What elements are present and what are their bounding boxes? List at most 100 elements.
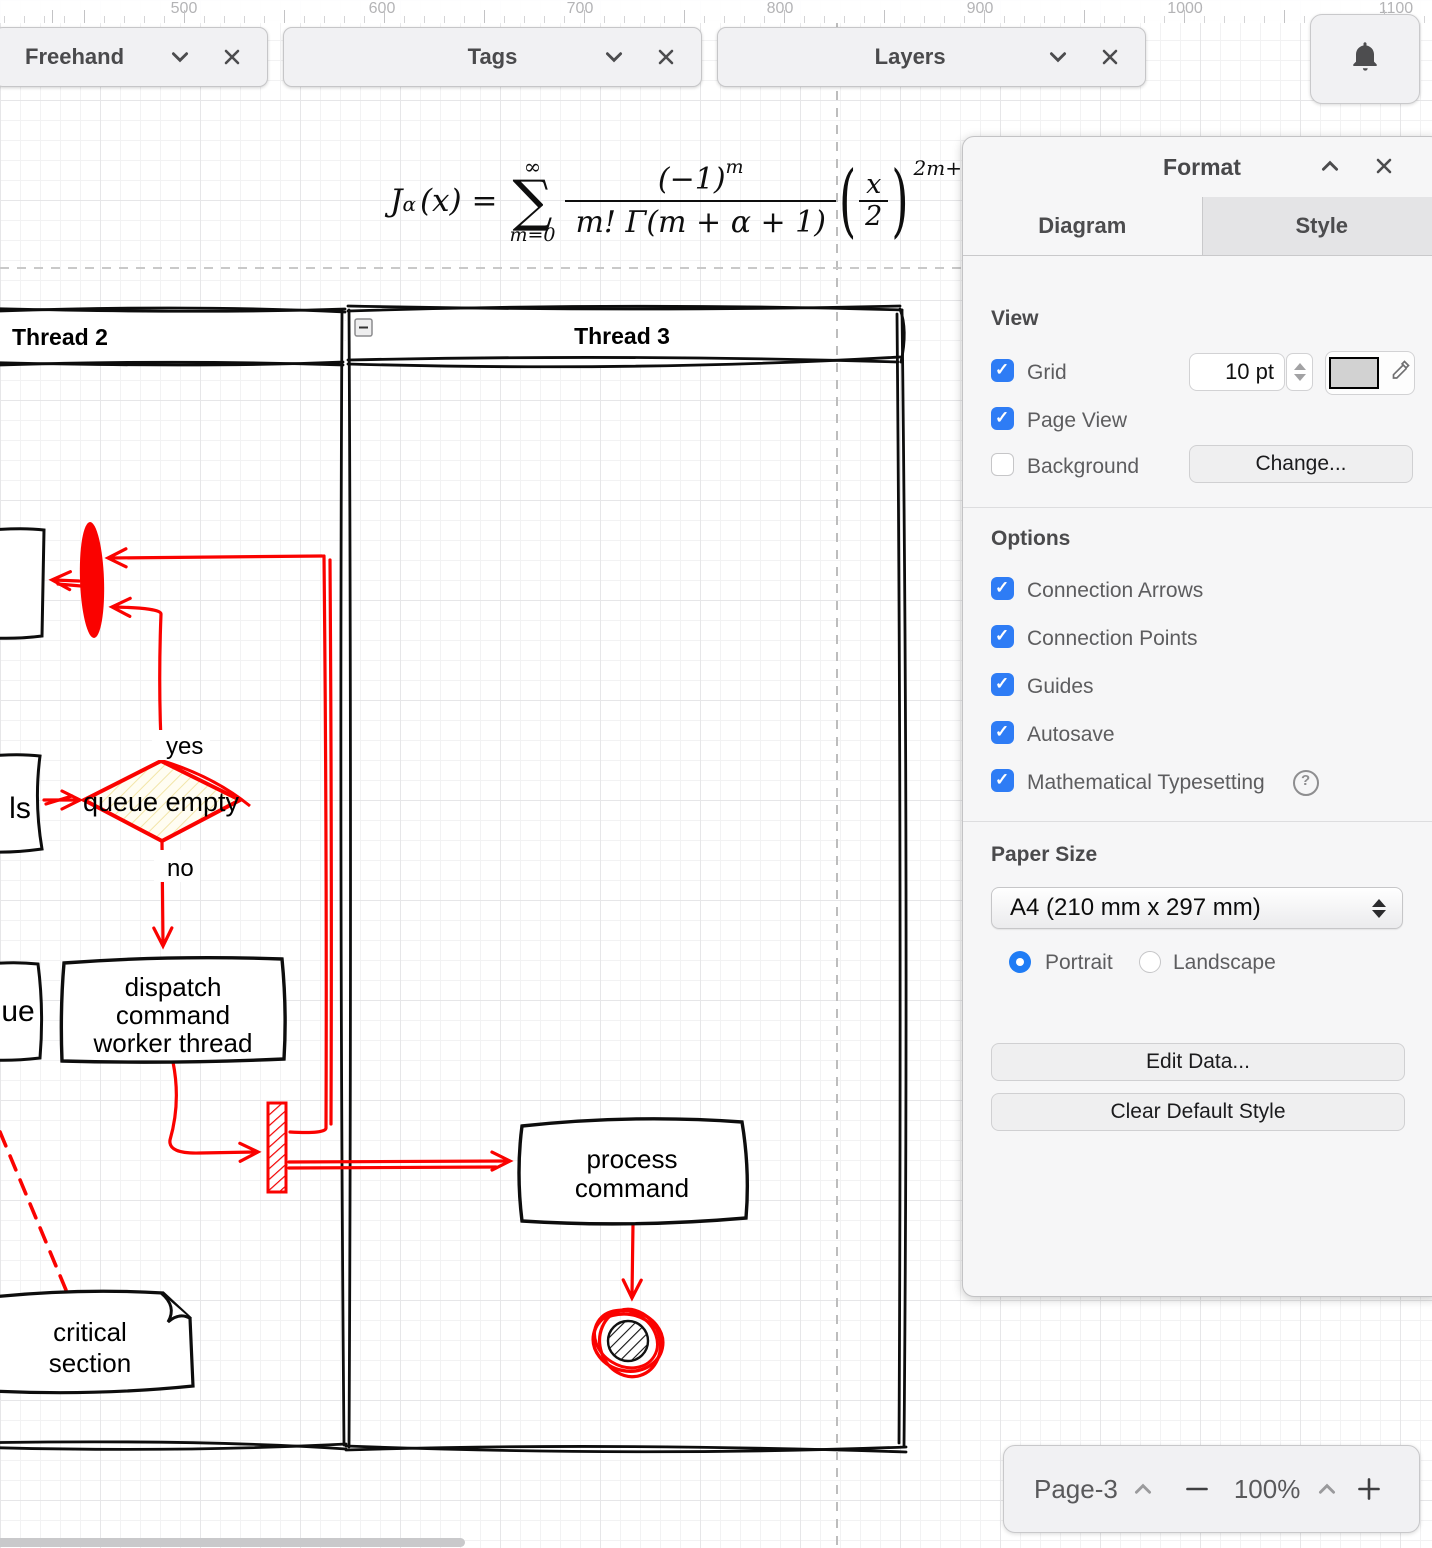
edit-data-button[interactable]: Edit Data... <box>991 1043 1405 1081</box>
zoom-chevron-up-icon[interactable] <box>1314 1476 1340 1502</box>
sync-bar-node[interactable] <box>268 1103 286 1192</box>
process-node[interactable]: process command <box>519 1119 747 1224</box>
zoom-level[interactable]: 100% <box>1234 1474 1301 1505</box>
help-icon[interactable] <box>1293 770 1319 796</box>
partial-box-top[interactable] <box>0 529 44 639</box>
edge-label-yes[interactable]: yes <box>166 733 203 760</box>
page-view-checkbox[interactable] <box>991 407 1014 430</box>
formula-lhs: Jα(x) = <box>390 183 497 219</box>
page-chevron-up-icon[interactable] <box>1130 1476 1156 1502</box>
ruler-mark: 700 <box>567 0 594 18</box>
math-typesetting-label: Mathematical Typesetting <box>1027 771 1265 795</box>
grid-size-stepper[interactable] <box>1286 353 1313 391</box>
horizontal-scrollbar-thumb[interactable] <box>0 1538 465 1547</box>
lane-thread3-border[interactable] <box>346 306 906 1452</box>
chevron-down-icon[interactable] <box>1045 44 1071 70</box>
chevron-down-icon[interactable] <box>601 44 627 70</box>
connection-points-label: Connection Points <box>1027 627 1197 651</box>
partial-box-mid-label: ls <box>9 792 31 825</box>
connection-points-checkbox[interactable] <box>991 625 1014 648</box>
partial-box-bottom-label: ue <box>1 995 34 1028</box>
freehand-panel[interactable]: Freehand <box>0 27 268 87</box>
decision-queue-empty[interactable]: queue empty <box>83 760 250 841</box>
ruler-mark: 1000 <box>1167 0 1203 18</box>
lane-thread3-title: Thread 3 <box>574 323 670 349</box>
dispatch-node[interactable]: dispatch command worker thread <box>61 958 285 1062</box>
zoom-out-icon[interactable] <box>1184 1476 1210 1502</box>
eyedropper-icon <box>1387 359 1411 388</box>
select-arrows-icon <box>1372 899 1386 918</box>
decision-label: queue empty <box>83 787 240 817</box>
format-panel-header[interactable]: Format <box>963 137 1432 197</box>
grid-color-swatch <box>1329 357 1379 389</box>
critical-section-note[interactable]: critical section <box>0 1291 193 1392</box>
grid-size-input[interactable]: 10 pt <box>1189 353 1285 391</box>
grid-label: Grid <box>1027 361 1067 385</box>
autosave-checkbox[interactable] <box>991 721 1014 744</box>
edge-label-no[interactable]: no <box>167 855 194 882</box>
freehand-panel-title: Freehand <box>25 44 124 70</box>
landscape-radio[interactable] <box>1139 951 1161 973</box>
notifications-button[interactable] <box>1310 14 1420 104</box>
formula-fraction: (−1)m m! Γ(m + α + 1) <box>565 162 835 240</box>
clear-default-style-button[interactable]: Clear Default Style <box>991 1093 1405 1131</box>
close-icon[interactable] <box>1371 153 1397 179</box>
critical-line1: critical <box>53 1317 127 1347</box>
ruler-mark: 600 <box>369 0 396 18</box>
close-icon[interactable] <box>653 44 679 70</box>
layers-panel-title: Layers <box>875 44 946 70</box>
bell-icon <box>1347 39 1383 80</box>
options-section-heading: Options <box>991 527 1070 551</box>
dispatch-line1: dispatch <box>125 972 222 1002</box>
critical-line2: section <box>49 1348 131 1378</box>
fork-bar-node[interactable] <box>78 522 106 639</box>
tab-style[interactable]: Style <box>1202 197 1432 256</box>
landscape-label: Landscape <box>1173 951 1276 975</box>
format-panel: Format Diagram Style View Grid 10 pt <box>962 136 1432 1297</box>
formula-inner-fraction: x 2 <box>859 171 888 232</box>
math-typesetting-checkbox[interactable] <box>991 769 1014 792</box>
collapse-panel-icon[interactable] <box>1317 153 1343 179</box>
formula-close-paren: ) <box>891 155 908 247</box>
paper-size-value: A4 (210 mm x 297 mm) <box>992 894 1372 922</box>
dispatch-line2: command <box>116 1000 230 1030</box>
layers-panel[interactable]: Layers <box>717 27 1146 87</box>
lane-collapse-icon[interactable] <box>355 319 372 336</box>
page-zoom-bar: Page-3 100% <box>1003 1445 1420 1533</box>
bessel-formula-shape[interactable]: Jα(x) = ∞ ∑ m=0 (−1)m m! Γ(m + α + 1) ( … <box>390 148 975 254</box>
process-line2: command <box>575 1173 689 1203</box>
process-line1: process <box>586 1144 677 1174</box>
page-selector[interactable]: Page-3 <box>1034 1474 1118 1505</box>
close-icon[interactable] <box>1097 44 1123 70</box>
paper-size-select[interactable]: A4 (210 mm x 297 mm) <box>991 887 1403 929</box>
red-dashed-edge[interactable] <box>0 1108 66 1290</box>
background-label: Background <box>1027 455 1139 479</box>
ruler-mark: 500 <box>171 0 198 18</box>
background-checkbox[interactable] <box>991 453 1014 476</box>
guides-label: Guides <box>1027 675 1094 699</box>
change-background-button[interactable]: Change... <box>1189 445 1413 483</box>
grid-color-button[interactable] <box>1325 351 1415 395</box>
end-node-scribble[interactable] <box>584 1299 669 1385</box>
connection-arrows-checkbox[interactable] <box>991 577 1014 600</box>
connection-arrows-label: Connection Arrows <box>1027 579 1203 603</box>
tab-diagram[interactable]: Diagram <box>963 197 1202 255</box>
close-icon[interactable] <box>219 44 245 70</box>
grid-checkbox[interactable] <box>991 359 1014 382</box>
stepper-up-icon[interactable] <box>1294 363 1306 370</box>
chevron-down-icon[interactable] <box>167 44 193 70</box>
autosave-label: Autosave <box>1027 723 1115 747</box>
stepper-down-icon[interactable] <box>1294 374 1306 381</box>
tags-panel[interactable]: Tags <box>283 27 702 87</box>
formula-open-paren: ( <box>839 155 856 247</box>
zoom-in-icon[interactable] <box>1356 1476 1382 1502</box>
lane-thread2-title: Thread 2 <box>12 324 108 350</box>
ruler-mark: 800 <box>767 0 794 18</box>
dispatch-line3: worker thread <box>93 1028 253 1058</box>
paper-size-heading: Paper Size <box>991 843 1097 867</box>
drawio-canvas-app: Thread 2 Thread 3 ls ue <box>0 0 1432 1548</box>
guides-checkbox[interactable] <box>991 673 1014 696</box>
page-view-label: Page View <box>1027 409 1127 433</box>
format-panel-title: Format <box>1163 154 1241 181</box>
portrait-radio[interactable] <box>1009 951 1031 973</box>
